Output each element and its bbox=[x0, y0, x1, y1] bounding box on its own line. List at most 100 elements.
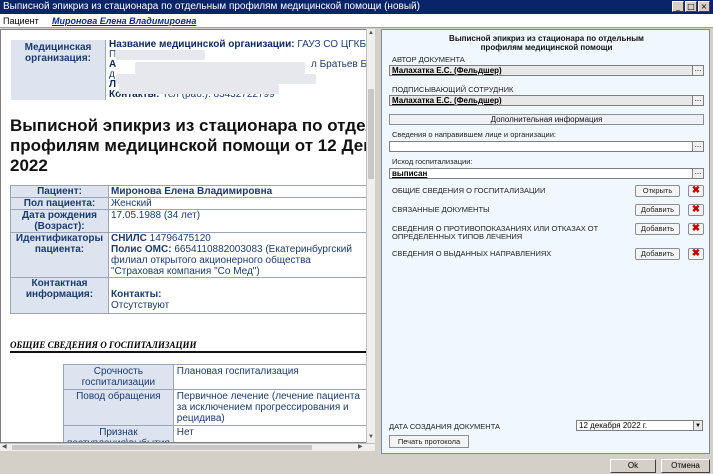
hospitalization-table: Срочность госпитализации Плановая госпит… bbox=[63, 364, 368, 442]
window-controls: _ □ × bbox=[672, 1, 710, 12]
delete-icon[interactable]: ✖ bbox=[688, 185, 704, 197]
table-value: Первичное лечение (лечение пациента за и… bbox=[172, 389, 368, 426]
section-label-line: ОПРЕДЕЛЕННЫХ ТИПОВ ЛЕЧЕНИЯ bbox=[392, 232, 523, 241]
creation-date-value: 12 декабря 2022 г. bbox=[579, 421, 648, 430]
redacted-area bbox=[135, 62, 305, 74]
referrer-select-button[interactable]: ... bbox=[692, 141, 704, 152]
table-row: Идентификаторы пациента: СНИЛС 147964751… bbox=[10, 232, 367, 278]
patient-bar: Пациент Миронова Елена Владимировна bbox=[0, 14, 713, 28]
section-title: ОБЩИЕ СВЕДЕНИЯ О ГОСПИТАЛИЗАЦИИ bbox=[10, 340, 367, 353]
creation-date-picker[interactable]: 12 декабря 2022 г. ▼ bbox=[576, 420, 703, 431]
section-row-general: ОБЩИЕ СВЕДЕНИЯ О ГОСПИТАЛИЗАЦИИ Открыть … bbox=[392, 185, 704, 199]
signer-value: Малахатка Е.С. (Фельдшер) bbox=[392, 96, 502, 105]
table-key: Повод обращения bbox=[63, 389, 174, 426]
form-title-line: профилям медицинской помощи bbox=[480, 43, 613, 52]
outcome-select-button[interactable]: ... bbox=[692, 168, 704, 179]
author-field[interactable]: Малахатка Е.С. (Фельдшер) ... bbox=[389, 65, 704, 76]
outcome-value: выписан bbox=[392, 169, 428, 178]
creation-date-label: ДАТА СОЗДАНИЯ ДОКУМЕНТА bbox=[389, 422, 501, 431]
table-row: Срочность госпитализации Плановая госпит… bbox=[63, 364, 368, 390]
horizontal-scrollbar[interactable]: ◀ ▶ bbox=[0, 443, 375, 451]
patient-name-link[interactable]: Миронова Елена Владимировна bbox=[52, 15, 196, 28]
table-row: Пол пациента: Женский bbox=[10, 197, 367, 210]
section-label: ОБЩИЕ СВЕДЕНИЯ О ГОСПИТАЛИЗАЦИИ bbox=[392, 186, 546, 195]
document-heading: Выписной эпикриз из стационара по отдель… bbox=[10, 116, 373, 176]
author-select-button[interactable]: ... bbox=[692, 65, 704, 76]
outcome-label: Исход госпитализации: bbox=[392, 157, 473, 166]
minimize-button[interactable]: _ bbox=[672, 1, 684, 12]
chevron-down-icon[interactable]: ▼ bbox=[693, 420, 703, 431]
section-label: СВЯЗАННЫЕ ДОКУМЕНТЫ bbox=[392, 205, 490, 214]
redacted-area bbox=[116, 74, 316, 84]
document-form-panel: Выписной эпикриз из стационара по отдель… bbox=[381, 29, 710, 454]
table-row: Дата рождения (Возраст): 17.05.1988 (34 … bbox=[10, 209, 367, 233]
window-titlebar: Выписной эпикриз из стационара по отдель… bbox=[0, 0, 713, 14]
dialog-footer: Ok Отмена bbox=[0, 454, 713, 474]
table-key: Признак поступления\выбытия bbox=[63, 425, 174, 442]
signer-field[interactable]: Малахатка Е.С. (Фельдшер) ... bbox=[389, 95, 704, 106]
table-row: Пациент: Миронова Елена Владимировна bbox=[10, 185, 367, 198]
print-protocol-button[interactable]: Печать протокола bbox=[389, 435, 469, 448]
signer-select-button[interactable]: ... bbox=[692, 95, 704, 106]
table-key: Пол пациента: bbox=[10, 197, 109, 210]
heading-line: 2022 bbox=[10, 156, 48, 175]
open-section-button[interactable]: Открыть bbox=[635, 185, 680, 197]
heading-line: профилям медицинской помощи от 12 Декабр bbox=[10, 136, 373, 155]
add-section-button[interactable]: Добавить bbox=[635, 223, 680, 235]
ok-button[interactable]: Ok bbox=[610, 459, 656, 473]
table-key: Пациент: bbox=[10, 185, 109, 198]
close-button[interactable]: × bbox=[698, 1, 710, 12]
table-value: Нет bbox=[172, 425, 368, 442]
redacted-area bbox=[119, 84, 279, 94]
organization-label: Медицинская организация: bbox=[11, 40, 106, 100]
section-label: СВЕДЕНИЯ О ВЫДАННЫХ НАПРАВЛЕНИЯХ bbox=[392, 249, 552, 258]
delete-icon[interactable]: ✖ bbox=[688, 204, 704, 216]
section-row-referrals: СВЕДЕНИЯ О ВЫДАННЫХ НАПРАВЛЕНИЯХ Добавит… bbox=[392, 248, 704, 262]
org-line: л Братьев Б bbox=[311, 59, 368, 70]
table-key: Дата рождения (Возраст): bbox=[10, 209, 109, 233]
cancel-button[interactable]: Отмена bbox=[661, 459, 710, 473]
referrer-field[interactable]: ... bbox=[389, 141, 704, 152]
scroll-right-icon[interactable]: ▶ bbox=[358, 443, 363, 450]
author-label: АВТОР ДОКУМЕНТА bbox=[392, 55, 465, 64]
delete-icon[interactable]: ✖ bbox=[688, 248, 704, 260]
referrer-label: Сведения о направившем лице и организаци… bbox=[392, 130, 556, 139]
table-value: 17.05.1988 (34 лет) bbox=[108, 209, 367, 233]
heading-line: Выписной эпикриз из стационара по отдель… bbox=[10, 116, 373, 135]
add-section-button[interactable]: Добавить bbox=[635, 248, 680, 260]
snils-value: 14796475120 bbox=[149, 233, 211, 244]
scroll-up-icon[interactable]: ▲ bbox=[367, 29, 375, 38]
table-key: Срочность госпитализации bbox=[63, 364, 174, 390]
contacts-label: Контакты: bbox=[111, 289, 162, 300]
scroll-left-icon[interactable]: ◀ bbox=[2, 443, 7, 450]
maximize-button[interactable]: □ bbox=[685, 1, 697, 12]
author-value: Малахатка Е.С. (Фельдшер) bbox=[392, 66, 502, 75]
table-row: Повод обращения Первичное лечение (лечен… bbox=[63, 389, 368, 426]
table-key: Идентификаторы пациента: bbox=[10, 232, 109, 278]
table-value: Женский bbox=[108, 197, 367, 210]
scroll-thumb[interactable] bbox=[368, 89, 374, 179]
redacted-area bbox=[115, 50, 205, 60]
delete-icon[interactable]: ✖ bbox=[688, 223, 704, 235]
org-name-label: Название медицинской организации: bbox=[109, 39, 295, 50]
table-value: Миронова Елена Владимировна bbox=[108, 185, 367, 198]
contacts-value: Отсутствуют bbox=[111, 300, 170, 311]
patient-label: Пациент bbox=[3, 16, 39, 26]
table-value: СНИЛС 14796475120 Полис ОМС: 66541108820… bbox=[108, 232, 367, 278]
scroll-down-icon[interactable]: ▼ bbox=[367, 433, 375, 442]
vertical-scrollbar[interactable]: ▲ ▼ bbox=[366, 29, 375, 443]
add-section-button[interactable]: Добавить bbox=[635, 204, 680, 216]
table-row: Контактная информация: Контакты: Отсутст… bbox=[10, 277, 367, 314]
table-value: Контакты: Отсутствуют bbox=[108, 277, 367, 314]
oms-label: Полис ОМС: bbox=[111, 244, 172, 255]
window-title: Выписной эпикриз из стационара по отдель… bbox=[3, 1, 420, 12]
section-label: СВЕДЕНИЯ О ПРОТИВОПОКАЗАНИЯХ ИЛИ ОТКАЗАХ… bbox=[392, 225, 598, 241]
org-name-value: ГАУЗ СО ЦГКБ 3 bbox=[297, 39, 373, 50]
additional-info-button[interactable]: Дополнительная информация bbox=[389, 114, 704, 125]
form-title: Выписной эпикриз из стационара по отдель… bbox=[382, 34, 711, 52]
section-row-contraindications: СВЕДЕНИЯ О ПРОТИВОПОКАЗАНИЯХ ИЛИ ОТКАЗАХ… bbox=[392, 223, 704, 241]
table-row: Признак поступления\выбытия Нет bbox=[63, 425, 368, 442]
signer-label: ПОДПИСЫВАЮЩИЙ СОТРУДНИК bbox=[392, 85, 514, 94]
outcome-field[interactable]: выписан ... bbox=[389, 168, 704, 179]
scroll-thumb[interactable] bbox=[12, 445, 312, 450]
